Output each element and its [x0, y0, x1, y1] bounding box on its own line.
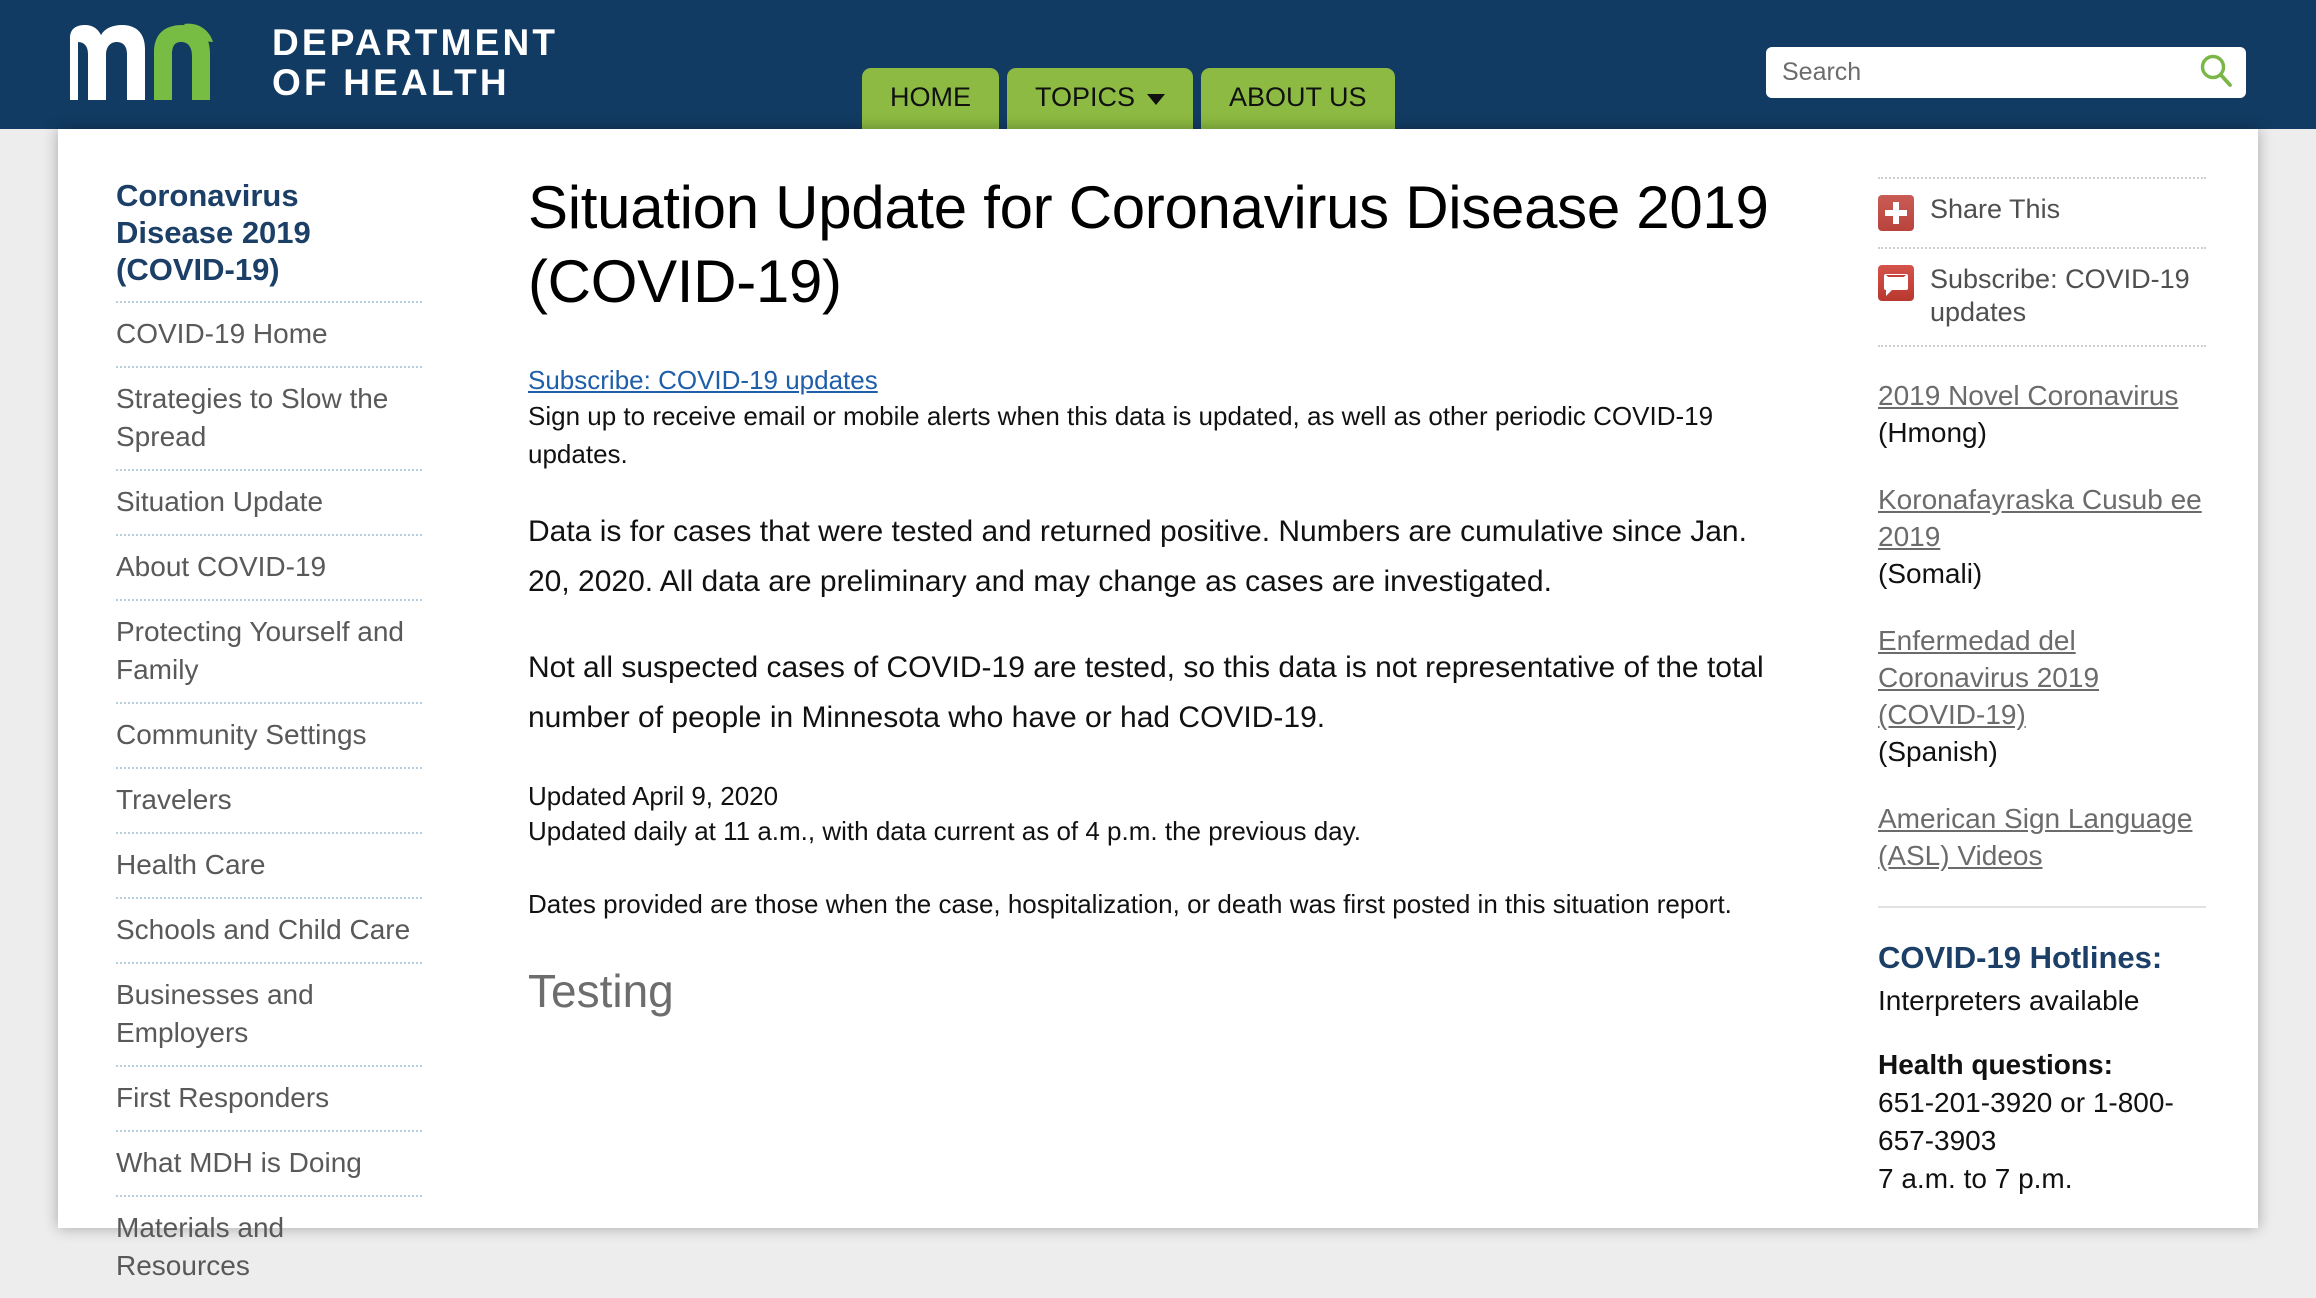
paragraph-data-description: Data is for cases that were tested and r…: [528, 515, 1747, 598]
logo-wordmark: DEPARTMENT OF HEALTH: [272, 23, 558, 103]
language-link-spanish-text[interactable]: Enfermedad del Coronavirus 2019 (COVID-1…: [1878, 625, 2099, 730]
search-input[interactable]: [1766, 50, 2187, 95]
envelope-icon: [1878, 265, 1914, 301]
nav-tab-about-us-label: ABOUT US: [1229, 82, 1367, 112]
dates-note: Dates provided are those when the case, …: [528, 889, 1732, 919]
sidebar-item-businesses-and-employers[interactable]: Businesses and Employers: [116, 962, 422, 1065]
subscribe-action[interactable]: Subscribe: COVID-19 updates: [1878, 247, 2206, 347]
nav-tab-home-label: HOME: [890, 82, 971, 112]
search-box: [1766, 47, 2246, 98]
page-body: Coronavirus Disease 2019 (COVID-19) COVI…: [0, 129, 2316, 1281]
rail-divider: [1878, 906, 2206, 908]
language-link-asl-text[interactable]: American Sign Language (ASL) Videos: [1878, 803, 2192, 871]
nav-tab-topics-label: TOPICS: [1035, 82, 1136, 112]
language-link-somali: Koronafayraska Cusub ee 2019 (Somali): [1878, 481, 2206, 592]
sidebar-item-what-mdh-is-doing[interactable]: What MDH is Doing: [116, 1130, 422, 1195]
search-icon: [2197, 52, 2235, 93]
nav-tab-home[interactable]: HOME: [862, 68, 999, 129]
sidebar-item-schools-and-child-care[interactable]: Schools and Child Care: [116, 897, 422, 962]
share-this-action[interactable]: Share This: [1878, 177, 2206, 247]
right-sidebar: Share This Subscribe: COVID-19 updates 2…: [1844, 129, 2258, 1228]
language-link-hmong-text[interactable]: 2019 Novel Coronavirus: [1878, 380, 2178, 411]
language-link-somali-text[interactable]: Koronafayraska Cusub ee 2019: [1878, 484, 2202, 552]
subscribe-block: Subscribe: COVID-19 updates Sign up to r…: [528, 363, 1786, 473]
section-heading-testing: Testing: [528, 965, 674, 1017]
search-button[interactable]: [2186, 47, 2246, 98]
sidebar-item-about-covid-19[interactable]: About COVID-19: [116, 534, 422, 599]
nav-tab-about-us[interactable]: ABOUT US: [1201, 68, 1395, 129]
hotlines-health-hours: 7 a.m. to 7 p.m.: [1878, 1163, 2073, 1194]
language-note-somali: (Somali): [1878, 558, 1983, 589]
sidebar-item-strategies-to-slow-the-spread[interactable]: Strategies to Slow the Spread: [116, 366, 422, 469]
wordmark-line-2: OF HEALTH: [272, 62, 510, 103]
sidebar-item-situation-update[interactable]: Situation Update: [116, 469, 422, 534]
subscribe-note: Sign up to receive email or mobile alert…: [528, 401, 1714, 469]
sidebar-title[interactable]: Coronavirus Disease 2019 (COVID-19): [116, 177, 422, 301]
content-sheet: Coronavirus Disease 2019 (COVID-19) COVI…: [58, 129, 2258, 1281]
language-link-asl: American Sign Language (ASL) Videos: [1878, 800, 2206, 874]
main-navigation: HOME TOPICS ABOUT US: [862, 68, 1395, 129]
sidebar-item-health-care[interactable]: Health Care: [116, 832, 422, 897]
hotlines-block: COVID-19 Hotlines: Interpreters availabl…: [1878, 938, 2206, 1198]
page-title: Situation Update for Coronavirus Disease…: [528, 174, 1769, 315]
hotlines-title: COVID-19 Hotlines:: [1878, 940, 2163, 975]
language-note-hmong: (Hmong): [1878, 417, 1987, 448]
sidebar-item-first-responders[interactable]: First Responders: [116, 1065, 422, 1130]
wordmark-line-1: DEPARTMENT: [272, 22, 559, 63]
language-note-spanish: (Spanish): [1878, 736, 1998, 767]
share-plus-icon: [1878, 195, 1914, 231]
language-link-spanish: Enfermedad del Coronavirus 2019 (COVID-1…: [1878, 622, 2206, 770]
paragraph-not-representative: Not all suspected cases of COVID-19 are …: [528, 651, 1764, 734]
chevron-down-icon: [1147, 94, 1166, 105]
nav-tab-topics[interactable]: TOPICS: [1007, 68, 1194, 129]
left-sidebar: Coronavirus Disease 2019 (COVID-19) COVI…: [58, 129, 478, 1281]
share-this-label: Share This: [1930, 194, 2061, 224]
language-link-hmong: 2019 Novel Coronavirus (Hmong): [1878, 377, 2206, 451]
mn-logo-icon: [66, 22, 250, 104]
updated-schedule: Updated daily at 11 a.m., with data curr…: [528, 816, 1361, 846]
site-logo[interactable]: DEPARTMENT OF HEALTH: [66, 22, 558, 104]
sidebar-item-materials-and-resources[interactable]: Materials and Resources: [116, 1195, 422, 1298]
hotlines-interpreters: Interpreters available: [1878, 985, 2140, 1016]
sidebar-item-travelers[interactable]: Travelers: [116, 767, 422, 832]
sidebar-item-community-settings[interactable]: Community Settings: [116, 702, 422, 767]
site-header: DEPARTMENT OF HEALTH HOME TOPICS ABOUT U…: [0, 0, 2316, 129]
updated-block: Updated April 9, 2020 Updated daily at 1…: [528, 779, 1786, 849]
updated-date: Updated April 9, 2020: [528, 781, 779, 811]
main-content: Situation Update for Coronavirus Disease…: [478, 129, 1844, 1228]
sidebar-item-covid-19-home[interactable]: COVID-19 Home: [116, 301, 422, 366]
hotlines-health-numbers: 651-201-3920 or 1-800-657-3903: [1878, 1087, 2174, 1156]
subscribe-action-label: Subscribe: COVID-19 updates: [1930, 264, 2190, 327]
hotlines-health-label: Health questions:: [1878, 1049, 2113, 1080]
subscribe-link[interactable]: Subscribe: COVID-19 updates: [528, 363, 878, 397]
sidebar-item-protecting-yourself-and-family[interactable]: Protecting Yourself and Family: [116, 599, 422, 702]
